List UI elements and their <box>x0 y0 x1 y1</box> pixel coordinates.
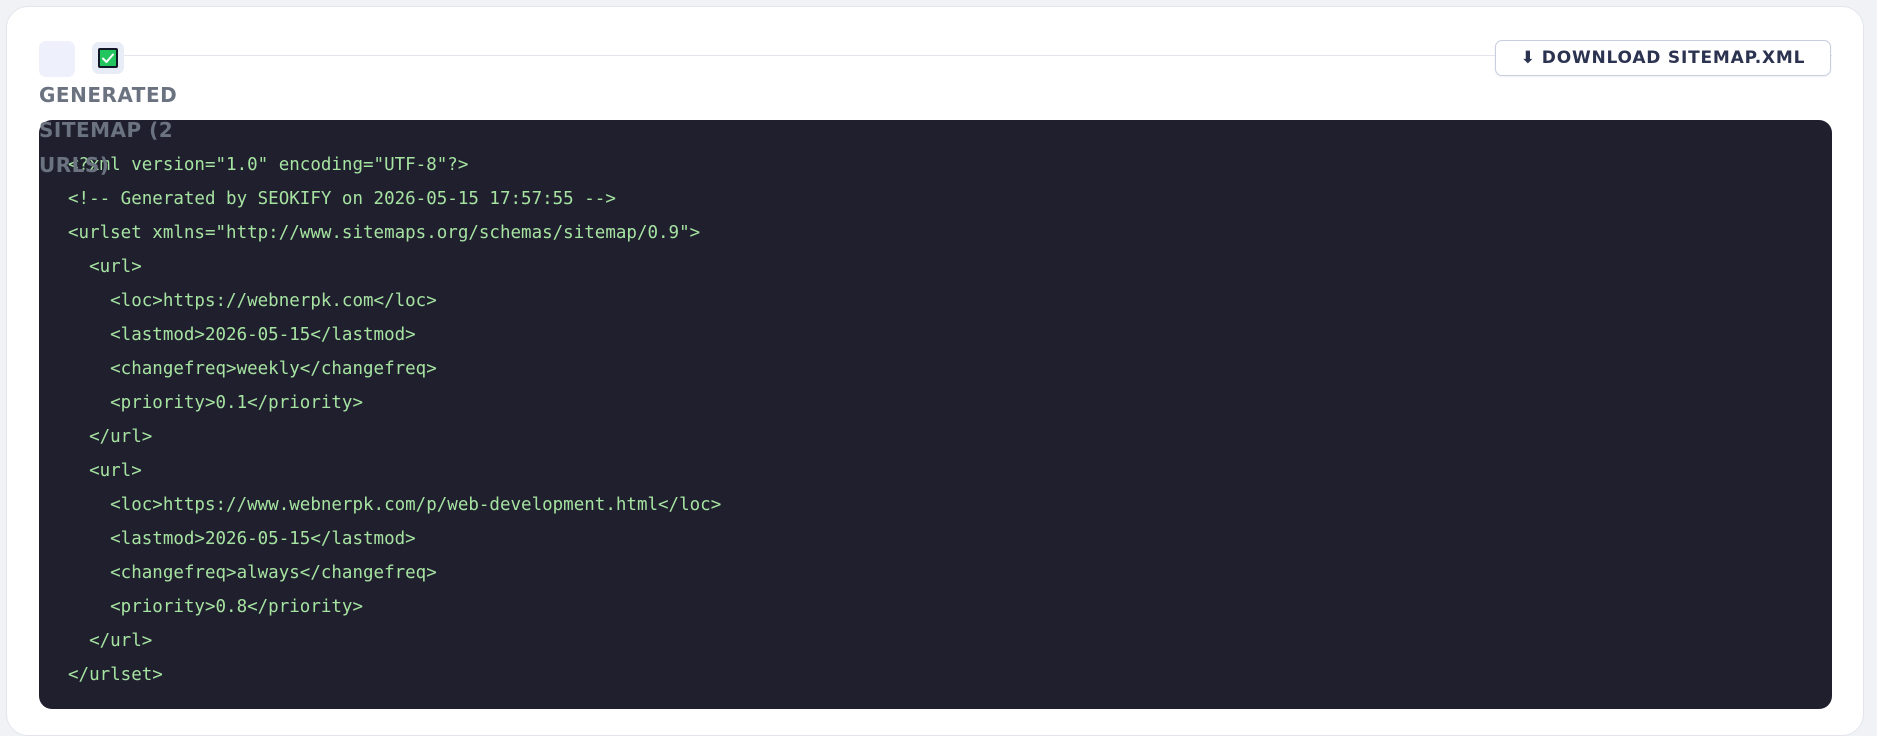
download-sitemap-button[interactable]: ⬇ DOWNLOAD SITEMAP.XML <box>1495 40 1831 76</box>
code-line: <changefreq>always</changefreq> <box>68 563 437 583</box>
code-line: <!-- Generated by SEOKIFY on 2026-05-15 … <box>68 189 616 209</box>
code-line: <loc>https://webnerpk.com</loc> <box>68 291 437 311</box>
code-line: </url> <box>68 427 153 447</box>
download-icon: ⬇ <box>1520 48 1536 68</box>
sitemap-code-panel: <?xml version="1.0" encoding="UTF-8"?> <… <box>39 120 1832 709</box>
code-line: </urlset> <box>68 665 163 685</box>
section-title: GENERATED SITEMAP (2 URLS) <box>39 83 178 177</box>
code-line: <url> <box>68 461 142 481</box>
download-button-label: DOWNLOAD SITEMAP.XML <box>1541 48 1806 68</box>
sitemap-xml-code: <?xml version="1.0" encoding="UTF-8"?> <… <box>68 148 1832 692</box>
code-line: <urlset xmlns="http://www.sitemaps.org/s… <box>68 223 701 243</box>
check-icon <box>92 42 124 74</box>
document-icon <box>39 41 75 77</box>
code-line: <lastmod>2026-05-15</lastmod> <box>68 325 416 345</box>
code-line: <changefreq>weekly</changefreq> <box>68 359 437 379</box>
code-line: <priority>0.8</priority> <box>68 597 364 617</box>
code-line: <url> <box>68 257 142 277</box>
code-line: <loc>https://www.webnerpk.com/p/web-deve… <box>68 495 722 515</box>
code-line: <priority>0.1</priority> <box>68 393 364 413</box>
code-line: </url> <box>68 631 153 651</box>
code-line: <lastmod>2026-05-15</lastmod> <box>68 529 416 549</box>
